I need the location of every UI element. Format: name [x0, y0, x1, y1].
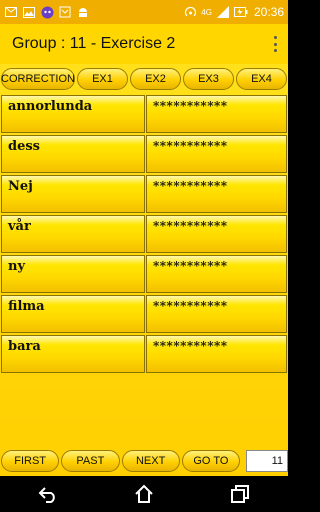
network-type-icon: 4G	[201, 7, 212, 17]
page-title: Group : 11 - Exercise 2	[12, 35, 176, 52]
word-cell[interactable]: annorlunda	[1, 95, 145, 133]
status-bar: 4G 20:36	[0, 0, 288, 24]
clock: 20:36	[253, 5, 284, 19]
system-status-icons: 4G 20:36	[183, 5, 284, 19]
table-row: dess ***********	[0, 134, 288, 174]
system-navigation-bar	[0, 476, 288, 512]
android-icon	[76, 5, 90, 19]
word-cell[interactable]: dess	[1, 135, 145, 173]
word-cell[interactable]: filma	[1, 295, 145, 333]
goto-page-input[interactable]	[246, 450, 288, 472]
overflow-menu-icon[interactable]	[272, 36, 278, 52]
next-button[interactable]: NEXT	[121, 450, 180, 472]
word-cell[interactable]: vår	[1, 215, 145, 253]
recent-apps-icon[interactable]	[228, 482, 252, 506]
answer-cell[interactable]: ***********	[146, 175, 287, 213]
answer-cell[interactable]: ***********	[146, 295, 287, 333]
hotspot-icon	[183, 5, 197, 19]
answer-cell[interactable]: ***********	[146, 255, 287, 293]
back-icon[interactable]	[36, 482, 60, 506]
table-row: annorlunda ***********	[0, 94, 288, 134]
tab-ex4[interactable]: EX4	[236, 68, 287, 90]
tab-ex2[interactable]: EX2	[130, 68, 181, 90]
word-cell[interactable]: ny	[1, 255, 145, 293]
signal-icon	[216, 5, 230, 19]
tab-ex3[interactable]: EX3	[183, 68, 234, 90]
answer-cell[interactable]: ***********	[146, 95, 287, 133]
answer-cell[interactable]: ***********	[146, 215, 287, 253]
answer-cell[interactable]: ***********	[146, 135, 287, 173]
notification-icons	[4, 5, 90, 19]
home-icon[interactable]	[132, 482, 156, 506]
mail-icon	[4, 5, 18, 19]
exercise-tabs: CORRECTION EX1 EX2 EX3 EX4	[0, 68, 288, 90]
exercise-navigation: FIRST PAST NEXT GO TO	[0, 450, 288, 472]
tab-ex1[interactable]: EX1	[77, 68, 128, 90]
table-row: ny ***********	[0, 254, 288, 294]
table-row: bara ***********	[0, 334, 288, 374]
goto-button[interactable]: GO TO	[181, 450, 240, 472]
word-table: annorlunda *********** dess *********** …	[0, 94, 288, 374]
tab-correction[interactable]: CORRECTION	[1, 68, 75, 90]
app-bar: Group : 11 - Exercise 2	[0, 24, 288, 64]
first-button[interactable]: FIRST	[1, 450, 60, 472]
past-button[interactable]: PAST	[61, 450, 120, 472]
game-controller-icon	[40, 5, 54, 19]
word-cell[interactable]: Nej	[1, 175, 145, 213]
android-debug-icon	[58, 5, 72, 19]
word-cell[interactable]: bara	[1, 335, 145, 373]
exercise-content: CORRECTION EX1 EX2 EX3 EX4 annorlunda **…	[0, 64, 288, 476]
table-row: Nej ***********	[0, 174, 288, 214]
answer-cell[interactable]: ***********	[146, 335, 287, 373]
table-row: filma ***********	[0, 294, 288, 334]
table-row: vår ***********	[0, 214, 288, 254]
battery-charging-icon	[233, 5, 248, 19]
image-icon	[22, 5, 36, 19]
